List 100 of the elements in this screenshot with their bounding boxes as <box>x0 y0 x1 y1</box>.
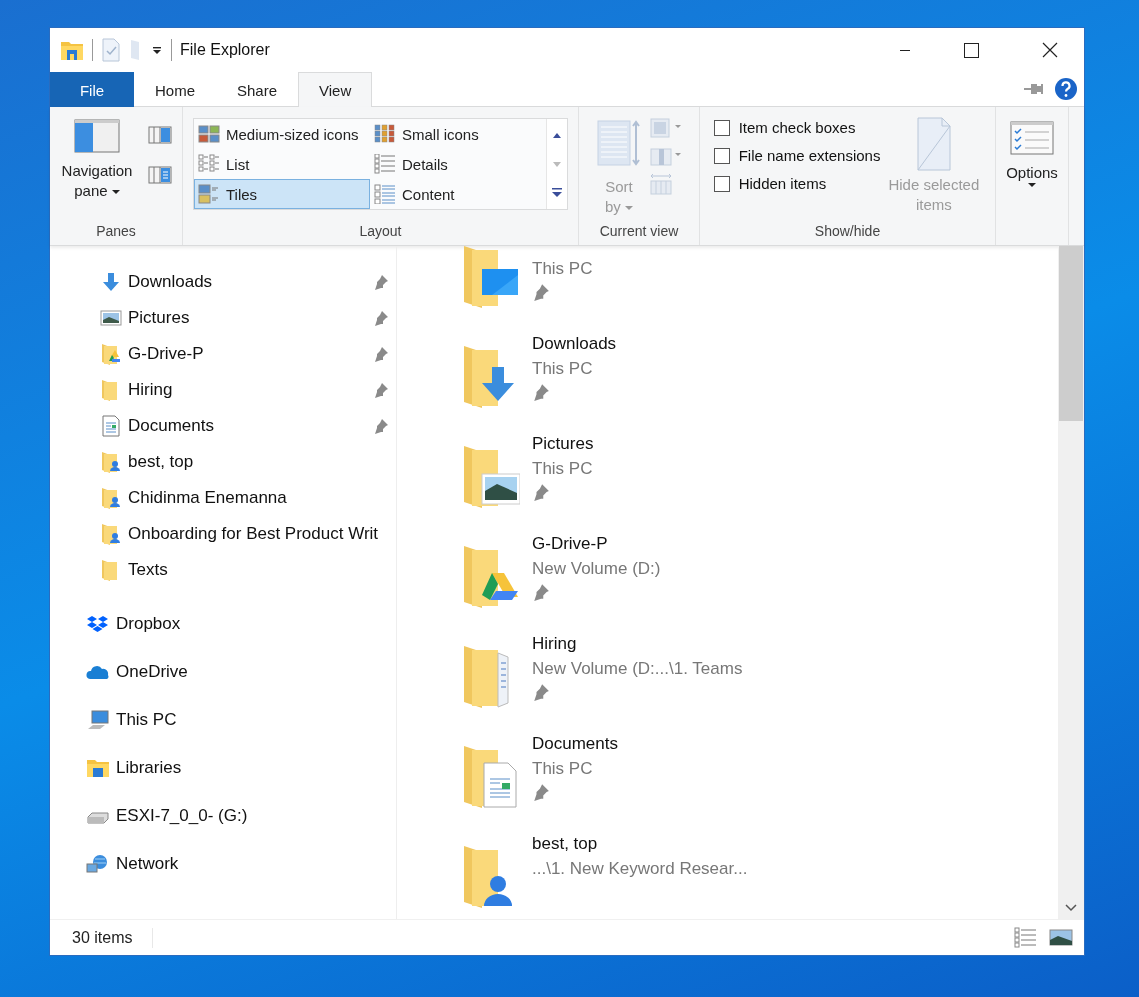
nav-item-label: Libraries <box>116 758 182 778</box>
folder-location: This PC <box>532 258 593 280</box>
layout-option[interactable]: Medium-sized icons <box>194 119 370 149</box>
nav-item-label: best, top <box>128 452 194 472</box>
nav-item[interactable]: OneDrive <box>50 648 396 696</box>
nav-item[interactable]: best, top <box>50 444 396 480</box>
layout-option[interactable]: Tiles <box>194 179 370 209</box>
folder-name: best, top <box>532 833 599 855</box>
view-layout-icon <box>374 124 396 144</box>
large-icons-view-icon[interactable] <box>1048 926 1074 949</box>
location-icon <box>86 709 110 731</box>
folder-tile[interactable]: best, top ...\1. New Keyword Resear... <box>462 831 1058 919</box>
layout-option[interactable]: List <box>194 149 370 179</box>
scrollbar-thumb[interactable] <box>1059 246 1083 421</box>
window-title: File Explorer <box>180 41 270 59</box>
options-button[interactable]: Options <box>1004 119 1060 189</box>
nav-item[interactable]: ESXI-7_0_0- (G:) <box>50 792 396 840</box>
navigation-pane-icon <box>74 119 120 153</box>
nav-item[interactable]: Chidinma Enemanna <box>50 480 396 516</box>
sort-icon <box>597 119 641 169</box>
ribbon-tab[interactable]: Home <box>134 72 216 107</box>
nav-item-label: ESXI-7_0_0- (G:) <box>116 806 248 826</box>
nav-item[interactable]: This PC <box>50 696 396 744</box>
group-label: Current view <box>599 223 679 241</box>
view-layout-icon <box>198 154 220 174</box>
details-pane-icon[interactable] <box>148 165 173 185</box>
nav-item-icon <box>100 271 122 293</box>
nav-item[interactable]: Network <box>50 840 396 888</box>
checkbox[interactable] <box>713 175 730 192</box>
nav-item-label: Downloads <box>128 272 213 292</box>
caret-icon[interactable] <box>151 44 163 56</box>
checkbox[interactable] <box>713 119 730 136</box>
preview-pane-icon[interactable] <box>148 125 173 145</box>
add-columns-icon[interactable] <box>649 145 683 167</box>
folder-location: New Volume (D:...\1. Teams <box>532 658 743 680</box>
pin-icon[interactable] <box>373 382 389 398</box>
scroll-down-icon[interactable] <box>1065 903 1077 913</box>
pin-icon[interactable] <box>373 310 389 326</box>
nav-item[interactable]: Dropbox <box>50 600 396 648</box>
folder-location: This PC <box>532 458 594 480</box>
properties-icon[interactable] <box>101 38 121 62</box>
folder-icon <box>462 743 520 809</box>
location-icon <box>86 853 110 875</box>
nav-item-label: Hiring <box>128 380 173 400</box>
folder-name: Downloads <box>532 333 617 355</box>
details-view-icon[interactable] <box>1014 926 1038 949</box>
navigation-pane-button[interactable]: Navigation pane <box>59 117 135 203</box>
nav-item[interactable]: Documents <box>50 408 396 444</box>
folder-tile[interactable]: Documents This PC <box>462 731 1058 831</box>
nav-item-label: Texts <box>128 560 168 580</box>
options-checklist-icon <box>1010 121 1054 155</box>
folder-name: Pictures <box>532 433 594 455</box>
scrollbar[interactable] <box>1058 246 1084 919</box>
nav-item[interactable]: Onboarding for Best Product Writ <box>50 516 396 552</box>
folder-tile[interactable]: This PC <box>462 246 1058 331</box>
folder-name: Documents <box>532 733 618 755</box>
nav-item-label: This PC <box>116 710 177 730</box>
ribbon-tab[interactable]: View <box>298 72 373 107</box>
pin-icon[interactable] <box>1023 82 1045 96</box>
folder-tile[interactable]: Hiring New Volume (D:...\1. Teams <box>462 631 1058 731</box>
nav-item-label: G-Drive-P <box>128 344 204 364</box>
view-layout-icon <box>374 184 396 204</box>
nav-item-label: Dropbox <box>116 614 181 634</box>
nav-item-label: Documents <box>128 416 214 436</box>
folder-location: This PC <box>532 358 594 380</box>
ribbon-tab[interactable]: Share <box>216 72 299 107</box>
folder-tile[interactable]: Pictures This PC <box>462 431 1058 531</box>
location-icon <box>86 757 110 779</box>
help-icon[interactable] <box>1054 77 1078 101</box>
nav-item[interactable]: Hiring <box>50 372 396 408</box>
folder-icon <box>462 543 520 609</box>
layout-option[interactable]: Details <box>370 149 546 179</box>
checkbox-label: Hidden items <box>738 175 827 192</box>
nav-item[interactable]: Downloads <box>50 264 396 300</box>
ribbon-tab[interactable]: File <box>50 72 134 107</box>
pin-icon[interactable] <box>373 274 389 290</box>
checkbox-label: File name extensions <box>738 147 881 164</box>
view-layout-icon <box>198 184 220 204</box>
folder-name: G-Drive-P <box>532 533 609 555</box>
layout-option[interactable]: Small icons <box>370 119 546 149</box>
folder-tile[interactable]: G-Drive-P New Volume (D:) <box>462 531 1058 631</box>
checkbox[interactable] <box>713 147 730 164</box>
item-count: 30 items <box>72 928 133 947</box>
nav-item[interactable]: Texts <box>50 552 396 588</box>
nav-item-icon <box>100 307 122 329</box>
nav-item[interactable]: Pictures <box>50 300 396 336</box>
nav-item-label: Onboarding for Best Product Writ <box>128 524 379 544</box>
nav-item-icon <box>100 415 122 437</box>
layout-option[interactable]: Content <box>370 179 546 209</box>
pin-icon[interactable] <box>373 418 389 434</box>
nav-item[interactable]: G-Drive-P <box>50 336 396 372</box>
page-icon <box>915 117 952 171</box>
nav-item-icon <box>100 487 122 509</box>
pin-icon[interactable] <box>373 346 389 362</box>
folder-icon <box>60 39 84 61</box>
folder-name: Hiring <box>532 633 578 655</box>
nav-item[interactable]: Libraries <box>50 744 396 792</box>
nav-item-label: Network <box>116 854 179 874</box>
folder-icon <box>462 443 520 509</box>
folder-tile[interactable]: Downloads This PC <box>462 331 1058 431</box>
